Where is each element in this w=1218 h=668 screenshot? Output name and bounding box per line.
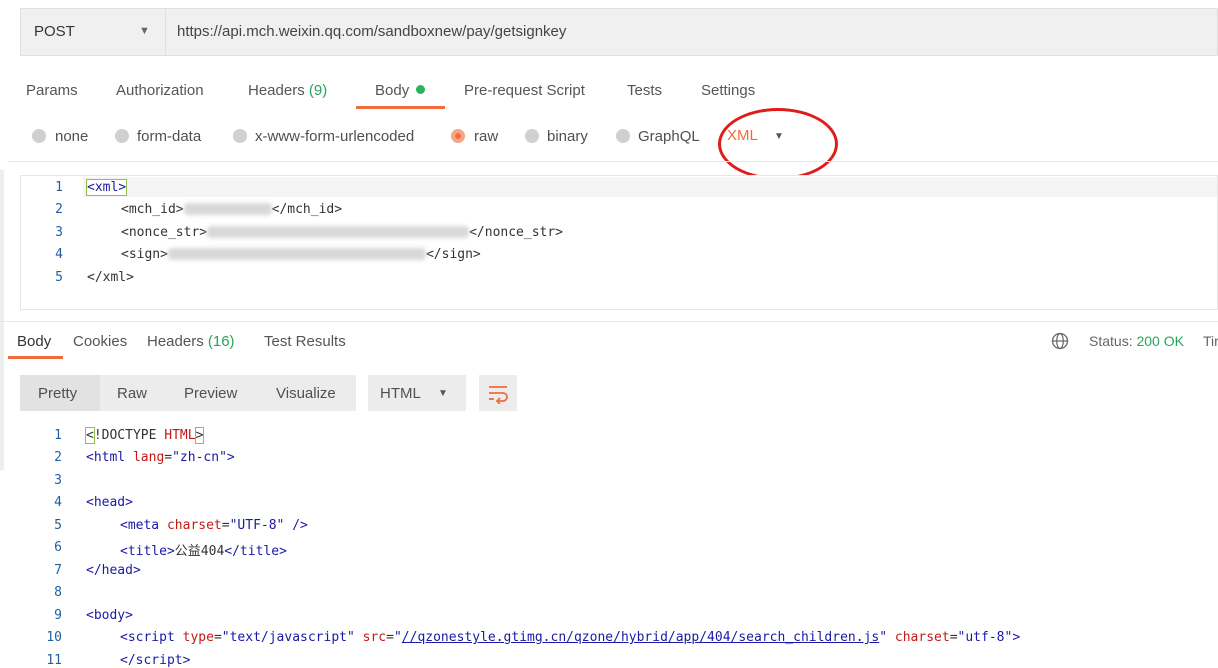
line-number: 4	[54, 495, 62, 510]
view-visualize-button[interactable]: Visualize	[276, 385, 336, 402]
wrap-lines-button[interactable]	[479, 375, 517, 411]
line-number: 5	[55, 270, 63, 285]
view-pretty-button[interactable]: Pretty	[38, 385, 77, 402]
chevron-down-icon: ▼	[438, 388, 448, 399]
line-number: 7	[54, 563, 62, 578]
tab-body-label: Body	[375, 82, 410, 99]
line-number: 10	[46, 630, 62, 645]
code-line: <mch_id> </mch_id>	[121, 202, 342, 217]
response-status: Status: 200 OK Tir	[1089, 333, 1218, 349]
code-line-html: <html lang="zh-cn">	[86, 450, 235, 465]
nonce-str-close-tag: </nonce_str>	[469, 225, 564, 240]
wrap-lines-icon	[489, 386, 508, 404]
line-number: 5	[54, 518, 62, 533]
xml-close-tag: </xml>	[87, 270, 134, 285]
method-select[interactable]: POST ▼	[21, 9, 166, 55]
view-raw-button[interactable]: Raw	[117, 385, 147, 402]
tab-headers[interactable]: Headers (9)	[248, 82, 327, 99]
tab-body[interactable]: Body	[375, 82, 426, 99]
tab-settings[interactable]: Settings	[701, 82, 755, 99]
code-line-head-close: </head>	[86, 563, 141, 578]
mch-id-close-tag: </mch_id>	[271, 202, 343, 217]
chevron-down-icon: ▼	[139, 25, 150, 37]
method-label: POST	[34, 23, 75, 40]
line-number: 8	[54, 585, 62, 600]
request-body-editor[interactable]: 1 2 3 4 5 <xml> <mch_id> </mch_id> <nonce…	[20, 175, 1218, 310]
sign-close-tag: </sign>	[425, 247, 481, 262]
radio-raw[interactable]	[451, 129, 465, 143]
radio-binary[interactable]	[525, 129, 539, 143]
line-number: 3	[54, 473, 62, 488]
line-number: 9	[54, 608, 62, 623]
active-line-highlight	[83, 177, 1217, 197]
resp-tab-headers[interactable]: Headers (16)	[147, 333, 235, 350]
tab-tests[interactable]: Tests	[627, 82, 662, 99]
line-number: 1	[54, 428, 62, 443]
sign-open-tag: <sign>	[121, 247, 168, 262]
xml-open-tag: <xml>	[85, 179, 128, 196]
line-number: 1	[55, 180, 63, 195]
code-line-title: <title>公益404</title>	[120, 544, 287, 559]
code-line-body: <body>	[86, 608, 133, 623]
format-label: HTML	[380, 385, 421, 402]
active-tab-underline	[8, 356, 63, 359]
redacted-value	[167, 248, 426, 260]
line-number: 11	[46, 653, 62, 668]
tab-params[interactable]: Params	[26, 82, 78, 99]
resp-tab-test-results[interactable]: Test Results	[264, 333, 346, 350]
annotation-circle	[718, 108, 838, 180]
redacted-value	[183, 203, 272, 215]
view-preview-button[interactable]: Preview	[184, 385, 237, 402]
radio-label-graphql: GraphQL	[638, 128, 700, 145]
line-number: 6	[54, 540, 62, 555]
resp-tab-body[interactable]: Body	[17, 333, 51, 350]
code-line-script-close: </script>	[120, 653, 191, 668]
line-number: 2	[54, 450, 62, 465]
modified-dot-icon	[416, 85, 426, 94]
headers-count: (9)	[308, 82, 328, 99]
redacted-value	[207, 226, 470, 238]
line-number: 4	[55, 247, 63, 262]
line-number: 3	[55, 225, 63, 240]
radio-urlencoded[interactable]	[233, 129, 247, 143]
resp-tab-headers-label: Headers	[147, 333, 204, 350]
radio-none[interactable]	[32, 129, 46, 143]
radio-label-binary: binary	[547, 128, 588, 145]
time-label-truncated: Tir	[1202, 333, 1218, 349]
status-value: 200 OK	[1136, 333, 1184, 349]
code-line-head: <head>	[86, 495, 133, 510]
radio-graphql[interactable]	[616, 129, 630, 143]
code-line: </xml>	[87, 270, 134, 285]
code-line-script: <script type="text/javascript" src="//qz…	[120, 630, 1021, 645]
code-line: <sign> </sign>	[121, 247, 481, 262]
url-bar: POST ▼ https://api.mch.weixin.qq.com/san…	[20, 8, 1218, 56]
code-line-doctype: <!DOCTYPE HTML>	[85, 427, 205, 444]
tab-pre-request-script[interactable]: Pre-request Script	[464, 82, 585, 99]
response-format-select[interactable]: HTML ▼	[368, 375, 466, 411]
code-line-meta: <meta charset="UTF-8" />	[120, 518, 308, 533]
tab-authorization[interactable]: Authorization	[116, 82, 204, 99]
nonce-str-open-tag: <nonce_str>	[121, 225, 208, 240]
divider	[0, 321, 1218, 322]
divider	[8, 161, 1218, 162]
mch-id-open-tag: <mch_id>	[121, 202, 184, 217]
radio-label-raw: raw	[474, 128, 499, 145]
radio-label-urlencoded: x-www-form-urlencoded	[255, 128, 415, 145]
response-body-editor[interactable]: 1 2 3 4 5 6 7 8 9 10 11 <!DOCTYPE HTML> …	[20, 422, 1218, 668]
line-number: 2	[55, 202, 63, 217]
url-input[interactable]: https://api.mch.weixin.qq.com/sandboxnew…	[177, 23, 566, 40]
resp-tab-cookies[interactable]: Cookies	[73, 333, 127, 350]
code-line: <nonce_str> </nonce_str>	[121, 225, 563, 240]
resp-headers-count: (16)	[207, 333, 235, 350]
radio-label-form-data: form-data	[137, 128, 202, 145]
globe-icon[interactable]	[1051, 332, 1069, 350]
radio-form-data[interactable]	[115, 129, 129, 143]
code-line: <xml>	[85, 179, 128, 196]
active-tab-underline	[356, 106, 445, 109]
status-label: Status:	[1089, 333, 1133, 349]
radio-label-none: none	[55, 128, 89, 145]
tab-headers-label: Headers	[248, 82, 305, 99]
left-edge-scrollbar[interactable]	[0, 170, 4, 470]
